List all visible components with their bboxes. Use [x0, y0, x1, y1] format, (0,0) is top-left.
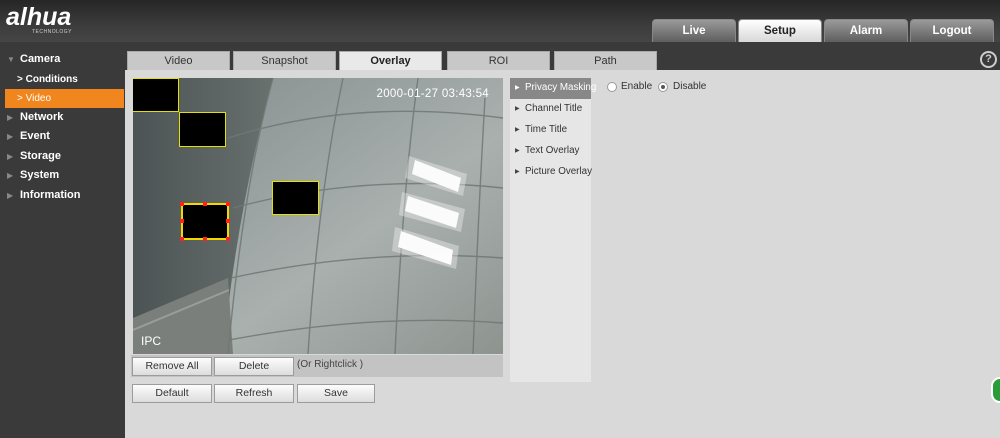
resize-handle[interactable] — [226, 202, 230, 206]
help-icon[interactable]: ? — [980, 51, 997, 68]
default-button[interactable]: Default — [132, 384, 212, 403]
sidebar-item-label: System — [20, 169, 60, 181]
refresh-button[interactable]: Refresh — [214, 384, 294, 403]
brand-logo-subtitle: TECHNOLOGY — [32, 29, 73, 35]
video-preview[interactable]: 2000-01-27 03:43:54 IPC — [133, 78, 503, 354]
submenu-item-channel-title[interactable]: ▶ Channel Title — [510, 99, 591, 120]
enable-radio[interactable] — [607, 82, 617, 92]
delete-hint: (Or Rightclick ) — [297, 359, 364, 370]
enable-label: Enable — [621, 81, 653, 92]
sidebar-item-label: Camera — [20, 53, 61, 65]
privacy-mask-1[interactable] — [133, 78, 179, 112]
preview-timestamp: 2000-01-27 03:43:54 — [376, 88, 489, 100]
triangle-right-icon: ▶ — [7, 132, 14, 141]
triangle-down-icon: ▼ — [7, 55, 15, 64]
privacy-mask-selected[interactable] — [180, 202, 230, 241]
delete-button[interactable]: Delete — [214, 357, 294, 376]
sidebar-item-label: Storage — [20, 149, 61, 162]
submenu-item-privacy-masking[interactable]: ▶ Privacy Masking — [510, 78, 596, 99]
disable-label: Disable — [673, 81, 707, 92]
triangle-right-icon: ▶ — [7, 151, 14, 161]
resize-handle[interactable] — [226, 237, 230, 241]
submenu-item-label: Channel Title — [525, 103, 583, 114]
triangle-right-icon: ▶ — [515, 85, 520, 91]
tab-video[interactable]: Video — [127, 51, 230, 70]
privacy-mask-3[interactable] — [272, 181, 319, 215]
nav-alarm[interactable]: Alarm — [824, 19, 908, 42]
triangle-right-icon: ▶ — [515, 148, 520, 154]
tab-path[interactable]: Path — [554, 51, 657, 70]
submenu-item-label: Picture Overlay — [525, 166, 592, 177]
triangle-right-icon: ▶ — [515, 106, 520, 112]
triangle-right-icon: ▶ — [515, 169, 520, 175]
status-bubble[interactable] — [991, 377, 1000, 403]
content-panel: 2000-01-27 03:43:54 IPC Remove All Delet… — [125, 70, 1000, 438]
resize-handle[interactable] — [226, 219, 230, 223]
sidebar-item-label: Network — [20, 110, 64, 123]
triangle-right-icon: ▶ — [515, 127, 520, 133]
resize-handle[interactable] — [203, 237, 207, 241]
sidebar-item-video[interactable]: > Video — [5, 88, 124, 108]
triangle-right-icon: ▶ — [7, 190, 14, 200]
sidebar-item-storage[interactable]: ▶ Storage — [0, 147, 125, 167]
preview-channel-label: IPC — [141, 334, 162, 348]
setting-tabs: Video Snapshot Overlay ROI Path — [125, 51, 665, 70]
submenu-item-picture-overlay[interactable]: ▶ Picture Overlay — [510, 162, 592, 183]
submenu-item-time-title[interactable]: ▶ Time Title — [510, 120, 591, 141]
triangle-right-icon: ▶ — [7, 171, 14, 180]
submenu-item-label: Privacy Masking — [525, 82, 597, 93]
triangle-right-icon: ▶ — [7, 112, 14, 122]
sidebar-item-information[interactable]: ▶ Information — [0, 186, 125, 206]
header-bar: alhua TECHNOLOGY Live Setup Alarm Logout — [0, 0, 1000, 42]
overlay-submenu: ▶ Privacy Masking ▶ Channel Title ▶ Time… — [510, 78, 596, 382]
sidebar-item-event[interactable]: ▶ Event — [0, 127, 125, 147]
resize-handle[interactable] — [180, 219, 184, 223]
submenu-item-text-overlay[interactable]: ▶ Text Overlay — [510, 141, 591, 162]
remove-all-button[interactable]: Remove All — [132, 357, 212, 376]
sidebar-item-label: Event — [20, 130, 50, 142]
submenu-item-label: Text Overlay — [525, 145, 580, 156]
tab-overlay[interactable]: Overlay — [339, 51, 442, 70]
tab-roi[interactable]: ROI — [447, 51, 550, 70]
nav-live[interactable]: Live — [652, 19, 736, 42]
resize-handle[interactable] — [203, 202, 207, 206]
submenu-item-label: Time Title — [525, 124, 568, 135]
resize-handle[interactable] — [180, 202, 184, 206]
sidebar: ▼ Camera > Conditions > Video ▶ Network … — [0, 42, 125, 438]
nav-setup[interactable]: Setup — [738, 19, 822, 42]
tab-snapshot[interactable]: Snapshot — [233, 51, 336, 70]
save-button[interactable]: Save — [297, 384, 375, 403]
sidebar-item-camera[interactable]: ▼ Camera — [0, 50, 125, 70]
disable-radio[interactable] — [658, 82, 668, 92]
privacy-mask-2[interactable] — [179, 112, 226, 147]
sidebar-item-system[interactable]: ▶ System — [0, 166, 125, 186]
sidebar-item-conditions[interactable]: > Conditions — [0, 70, 125, 89]
resize-handle[interactable] — [180, 237, 184, 241]
sidebar-item-label: Information — [20, 188, 81, 201]
nav-logout[interactable]: Logout — [910, 19, 994, 42]
sidebar-item-network[interactable]: ▶ Network — [0, 108, 125, 128]
brand-logo: alhua — [6, 3, 72, 31]
